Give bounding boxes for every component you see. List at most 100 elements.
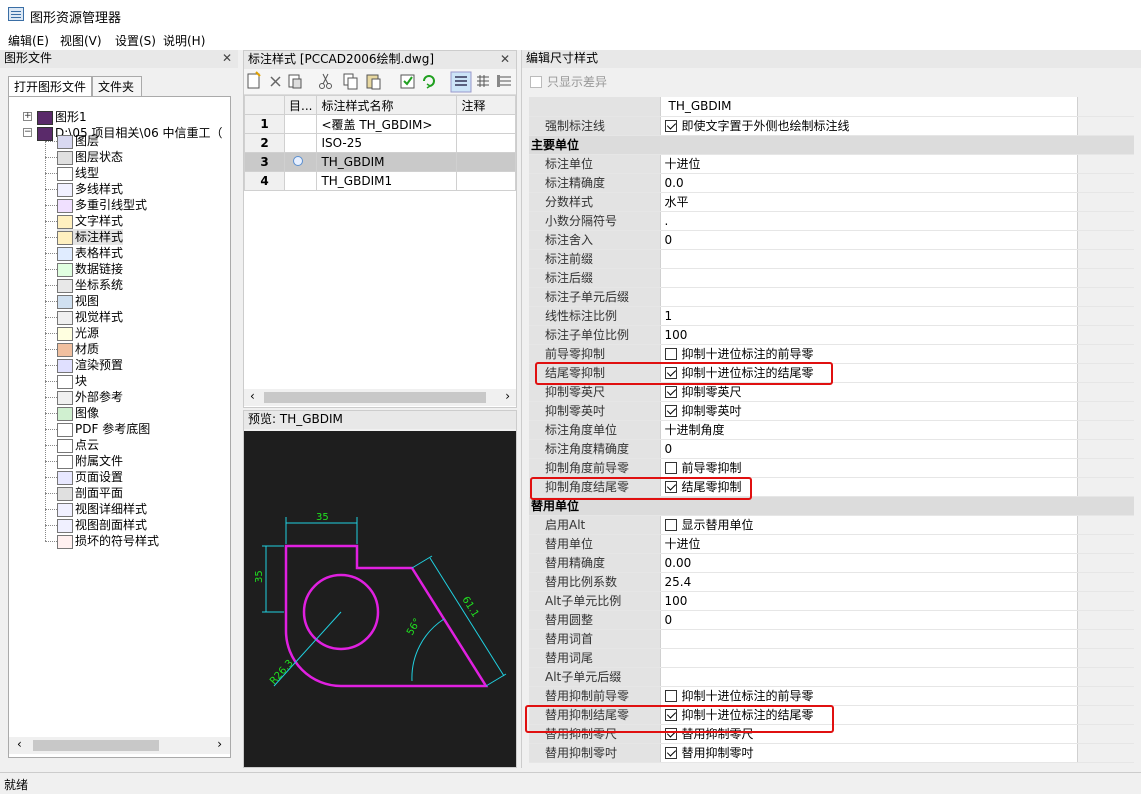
property-checkbox[interactable] [664,481,677,493]
only-diff-checkbox[interactable] [530,76,542,88]
menu-edit[interactable]: 编辑(E) [8,32,49,49]
property-value[interactable]: 0 [660,610,1078,630]
property-checkbox[interactable] [664,519,677,531]
property-value[interactable] [660,667,1078,687]
property-row[interactable]: 替用抑制结尾零 抑制十进位标注的结尾零 [529,705,1134,725]
paste-icon[interactable] [366,74,381,90]
property-row[interactable]: 替用抑制零尺 替用抑制零尺 [529,724,1134,744]
only-diff-option[interactable]: 只显示差异 [530,73,607,90]
property-value[interactable]: 十进位 [660,154,1078,174]
property-row[interactable]: 抑制角度前导零 前导零抑制 [529,458,1134,478]
property-value[interactable]: 抑制十进位标注的结尾零 [660,705,1078,725]
property-row[interactable]: 标注前缀 [529,249,1134,269]
tree-item-layers[interactable]: 图层 [57,133,99,149]
tree-item-broken-symbol-styles[interactable]: 损坏的符号样式 [57,533,159,549]
property-value[interactable]: 水平 [660,192,1078,212]
tree-item-blocks[interactable]: 块 [57,373,87,389]
property-row[interactable]: 结尾零抑制 抑制十进位标注的结尾零 [529,363,1134,383]
property-value[interactable]: 25.4 [660,572,1078,592]
property-value[interactable]: 抑制十进位标注的前导零 [660,344,1078,364]
property-row[interactable]: 强制标注线 即使文字置于外侧也绘制标注线 [529,116,1134,136]
property-value[interactable]: 0 [660,439,1078,459]
property-row[interactable]: 标注角度精确度 0 [529,439,1134,459]
tree-item-ucs[interactable]: 坐标系统 [57,277,123,293]
property-value[interactable]: 抑制十进位标注的前导零 [660,686,1078,706]
section-header[interactable]: 替用单位 [529,496,1134,516]
close-icon[interactable]: ✕ [222,50,232,67]
close-icon[interactable]: ✕ [500,51,510,68]
grid-view-icon[interactable] [477,75,489,87]
property-value[interactable]: 即使文字置于外侧也绘制标注线 [660,116,1078,136]
table-row-selected[interactable]: 3 TH_GBDIM [244,152,516,172]
menu-settings[interactable]: 设置(S) [115,32,156,49]
property-value[interactable]: 抑制零英吋 [660,401,1078,421]
property-value[interactable]: 替用抑制零吋 [660,743,1078,763]
property-row[interactable]: 替用抑制零吋 替用抑制零吋 [529,743,1134,763]
property-value[interactable]: 抑制零英尺 [660,382,1078,402]
tab-open-files[interactable]: 打开图形文件 [8,76,92,97]
property-row[interactable]: 替用词首 [529,629,1134,649]
property-value[interactable]: 替用抑制零尺 [660,724,1078,744]
tree-item-mline-styles[interactable]: 多线样式 [57,181,123,197]
tree-item-images[interactable]: 图像 [57,405,99,421]
property-row[interactable]: Alt子单元比例 100 [529,591,1134,611]
property-checkbox[interactable] [664,405,677,417]
property-row[interactable]: 标注单位 十进位 [529,154,1134,174]
tree-item-mleader-styles[interactable]: 多重引线型式 [57,197,147,213]
tree-item-visual-styles[interactable]: 视觉样式 [57,309,123,325]
delete-icon[interactable] [270,76,281,87]
property-row[interactable]: 替用比例系数 25.4 [529,572,1134,592]
rename-icon[interactable] [288,74,302,89]
new-icon[interactable] [247,71,261,89]
property-value[interactable] [660,268,1078,288]
tree-item-views[interactable]: 视图 [57,293,99,309]
section-header[interactable]: 主要单位 [529,135,1134,155]
property-row[interactable]: 抑制零英吋 抑制零英吋 [529,401,1134,421]
property-row[interactable]: Alt子单元后缀 [529,667,1134,687]
scroll-left-icon[interactable]: ‹ [250,389,255,403]
detail-view-icon[interactable] [497,75,511,87]
menu-view[interactable]: 视图(V) [60,32,102,49]
property-row[interactable]: 标注后缀 [529,268,1134,288]
scroll-right-icon[interactable]: › [217,737,222,751]
tree-item-xrefs[interactable]: 外部参考 [57,389,123,405]
property-checkbox[interactable] [664,462,677,474]
property-value[interactable] [660,648,1078,668]
property-value[interactable]: 结尾零抑制 [660,477,1078,497]
property-value[interactable] [660,629,1078,649]
tree-item-dim-styles[interactable]: 标注样式 [57,229,124,245]
property-value[interactable]: 0.0 [660,173,1078,193]
property-value[interactable]: 前导零抑制 [660,458,1078,478]
property-value[interactable]: 0 [660,230,1078,250]
property-value[interactable]: 显示替用单位 [660,515,1078,535]
tree-item-section-view-styles[interactable]: 视图剖面样式 [57,517,147,533]
property-checkbox[interactable] [664,709,677,721]
tree-item-render-presets[interactable]: 渲染预置 [57,357,123,373]
property-row[interactable]: 启用Alt 显示替用单位 [529,515,1134,535]
tree-scroll-thumb[interactable] [33,740,159,751]
property-row[interactable]: 分数样式 水平 [529,192,1134,212]
tree-item-materials[interactable]: 材质 [57,341,99,357]
property-row[interactable]: 前导零抑制 抑制十进位标注的前导零 [529,344,1134,364]
tree-item-attachments[interactable]: 附属文件 [57,453,123,469]
list-view-icon[interactable] [450,71,472,93]
property-row[interactable]: 小数分隔符号. [529,211,1134,231]
tab-folders[interactable]: 文件夹 [92,76,142,96]
cut-icon[interactable] [319,73,332,89]
table-scroll-thumb[interactable] [264,392,486,403]
tree-root-drawing1[interactable]: 图形1 [37,109,87,125]
property-value[interactable]: 十进位 [660,534,1078,554]
property-value[interactable]: 0.00 [660,553,1078,573]
property-checkbox[interactable] [664,690,677,702]
refresh-icon[interactable] [423,75,435,89]
tree-item-page-setups[interactable]: 页面设置 [57,469,123,485]
tree-item-lights[interactable]: 光源 [57,325,99,341]
property-value[interactable]: 1 [660,306,1078,326]
property-value[interactable]: 抑制十进位标注的结尾零 [660,363,1078,383]
table-hscrollbar[interactable]: ‹ › [244,389,516,406]
copy-icon[interactable] [343,73,358,90]
collapse-icon[interactable]: − [23,128,32,137]
col-name[interactable]: 标注样式名称 [316,95,458,115]
property-value[interactable]: 十进制角度 [660,420,1078,440]
tree-item-point-clouds[interactable]: 点云 [57,437,99,453]
